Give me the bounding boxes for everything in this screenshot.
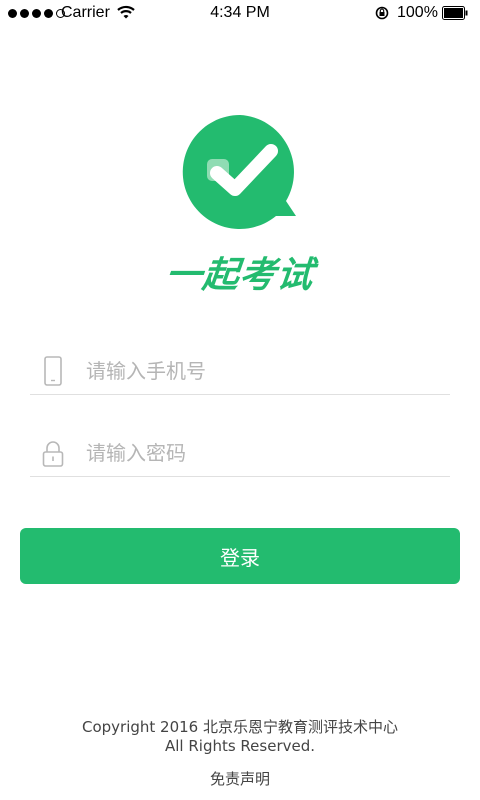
copyright-text: Copyright 2016 北京乐恩宁教育测评技术中心 All Rights … — [0, 718, 480, 756]
battery-icon — [442, 6, 468, 20]
copyright-line-2: All Rights Reserved. — [164, 737, 316, 755]
login-screen: Carrier 4:34 PM 100% 一起考试 请输入手机号 登录 Copy… — [0, 0, 480, 800]
phone-input[interactable] — [84, 354, 438, 388]
password-input[interactable] — [84, 436, 438, 470]
status-bar: Carrier 4:34 PM 100% — [0, 0, 480, 26]
lock-icon — [42, 441, 64, 467]
login-button[interactable]: 登录 — [20, 528, 460, 584]
phone-field — [30, 350, 450, 395]
checkmark-chat-bubble-icon — [182, 114, 296, 229]
rotation-lock-icon — [375, 6, 389, 20]
battery-percentage: 100% — [397, 4, 438, 21]
password-field — [30, 432, 450, 477]
phone-icon — [44, 356, 62, 386]
copyright-line-1: Copyright 2016 北京乐恩宁教育测评技术中心 — [81, 718, 398, 736]
disclaimer-link[interactable]: 免责声明 — [0, 768, 480, 789]
app-name: 一起考试 — [163, 255, 316, 296]
